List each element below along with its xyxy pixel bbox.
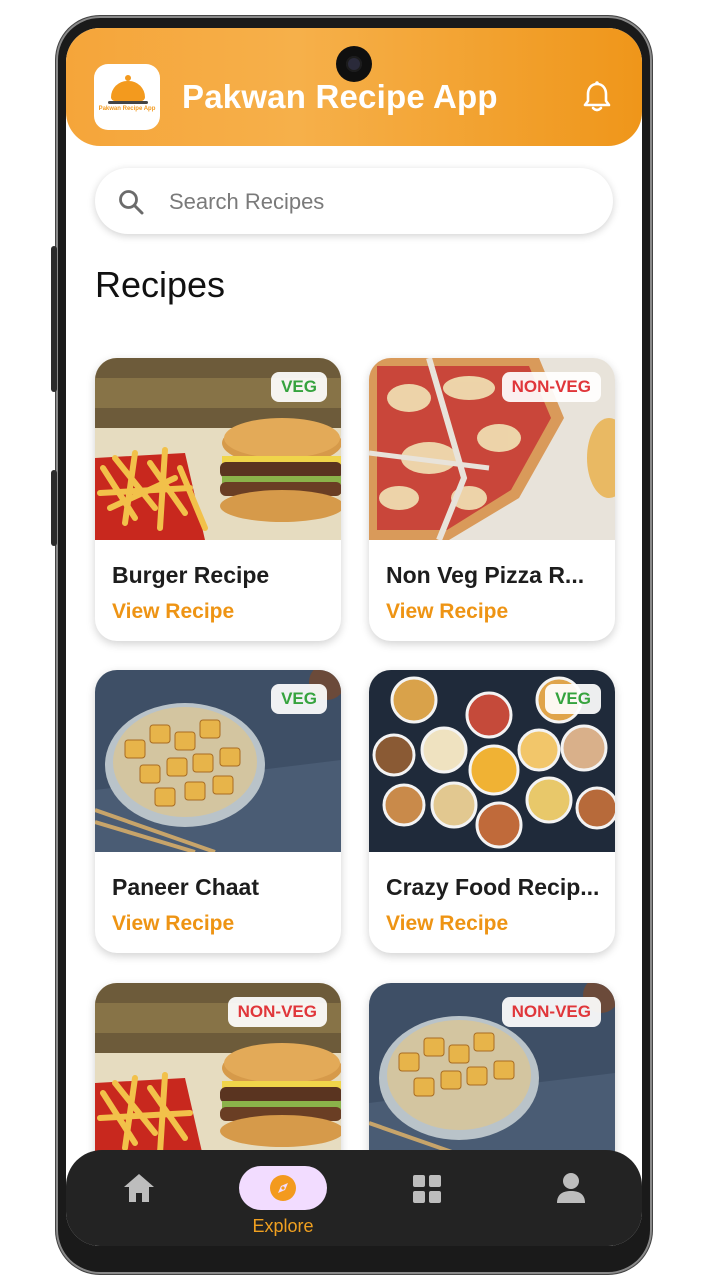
- veg-badge: VEG: [545, 684, 601, 714]
- power-button: [51, 470, 57, 546]
- volume-button: [51, 246, 57, 392]
- app-title: Pakwan Recipe App: [182, 78, 498, 115]
- nonveg-badge: NON-VEG: [227, 997, 327, 1027]
- grid-icon: [413, 1175, 441, 1203]
- recipe-title: Crazy Food Recip...: [386, 874, 600, 900]
- veg-badge: VEG: [271, 372, 327, 402]
- view-recipe-link[interactable]: View Recipe: [386, 912, 508, 936]
- home-icon: [124, 1174, 154, 1202]
- person-icon: [557, 1173, 585, 1203]
- nav-categories[interactable]: [372, 1150, 482, 1246]
- nav-profile[interactable]: [516, 1150, 626, 1246]
- recipe-title: Burger Recipe: [112, 562, 270, 588]
- front-camera: [336, 46, 372, 82]
- recipe-card[interactable]: VEG Crazy Food Recip... View Recipe: [369, 670, 615, 953]
- recipe-title: Paneer Chaat: [112, 874, 260, 900]
- view-recipe-link[interactable]: View Recipe: [386, 600, 508, 624]
- view-recipe-link[interactable]: View Recipe: [112, 600, 234, 624]
- app-screen: Pakwan Recipe App Pakwan Recipe App Reci…: [66, 28, 642, 1246]
- veg-badge: VEG: [271, 684, 327, 714]
- compass-icon: [270, 1175, 296, 1201]
- recipe-card[interactable]: VEG Paneer Chaat View Recipe: [95, 670, 341, 953]
- recipe-title: Non Veg Pizza R...: [386, 562, 585, 588]
- section-title: Recipes: [95, 264, 226, 305]
- app-logo: Pakwan Recipe App: [94, 64, 160, 130]
- logo-text: Pakwan Recipe App: [98, 106, 156, 112]
- recipe-card[interactable]: VEG Burger Recipe View Recipe: [95, 358, 341, 641]
- nonveg-badge: NON-VEG: [501, 372, 601, 402]
- recipe-card[interactable]: NON-VEG Non Veg Pizza R... View Recipe: [369, 358, 615, 641]
- search-bar[interactable]: [95, 168, 613, 234]
- bell-icon[interactable]: [582, 80, 612, 114]
- search-icon: [119, 190, 144, 215]
- search-input[interactable]: [167, 182, 591, 222]
- nav-explore-label: Explore: [252, 1216, 314, 1236]
- bottom-navigation: Explore: [66, 1150, 642, 1246]
- nav-explore[interactable]: Explore: [228, 1150, 338, 1246]
- nav-home[interactable]: [84, 1150, 194, 1246]
- view-recipe-link[interactable]: View Recipe: [112, 912, 234, 936]
- nonveg-badge: NON-VEG: [501, 997, 601, 1027]
- app-header: Pakwan Recipe App Pakwan Recipe App: [66, 28, 642, 146]
